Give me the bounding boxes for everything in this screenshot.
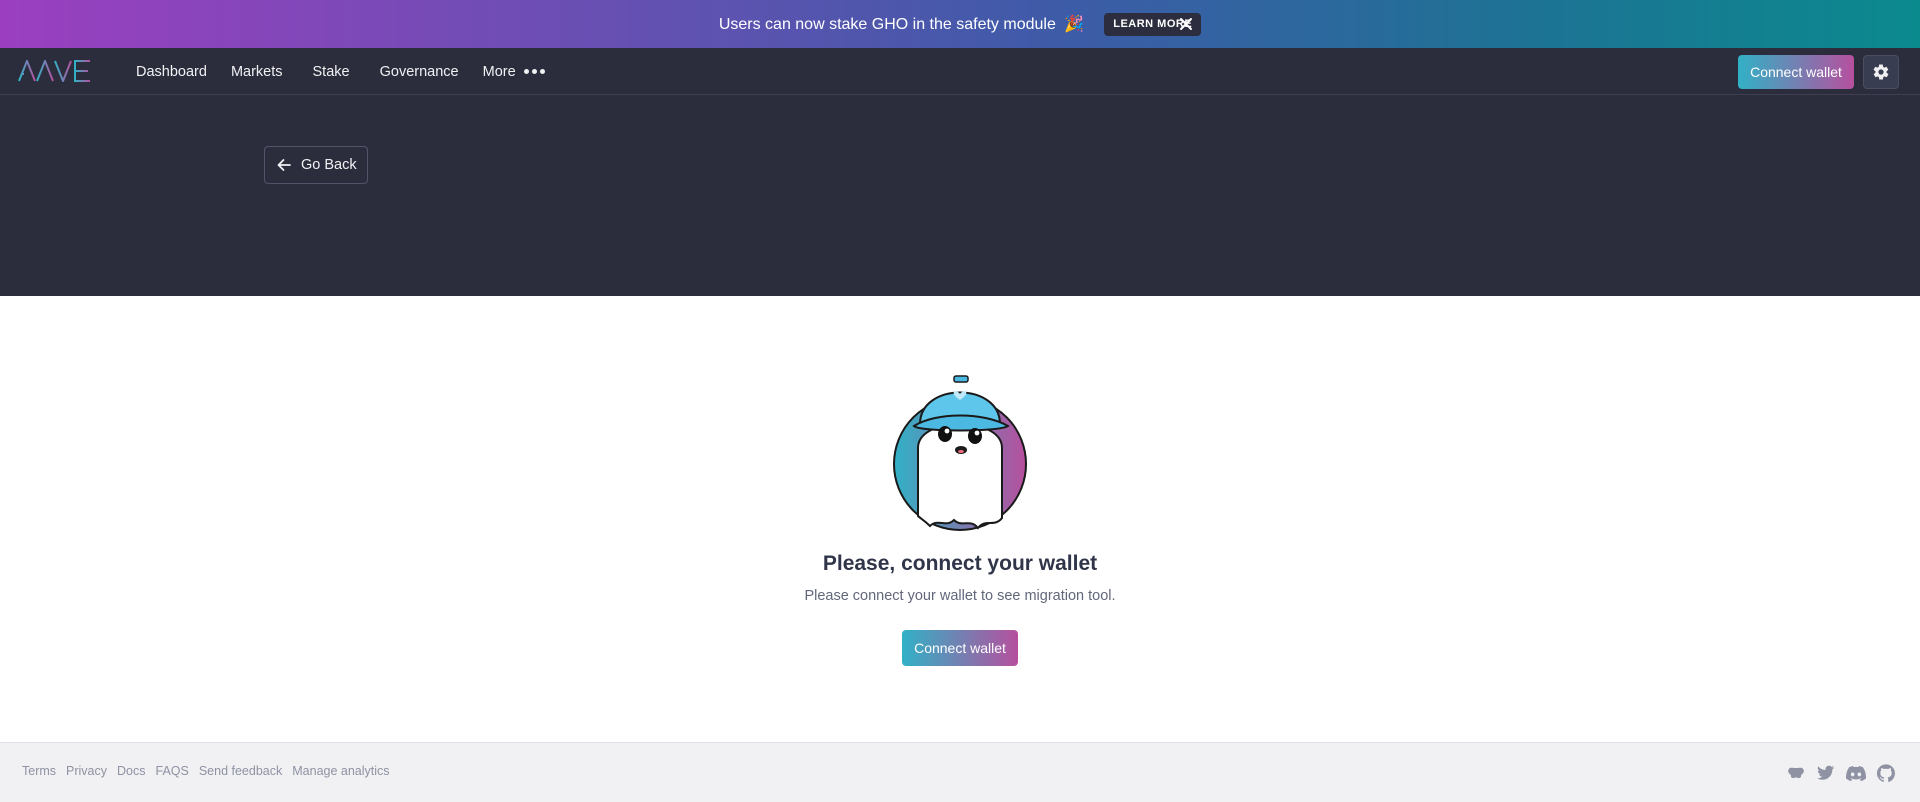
connect-wallet-button[interactable]: Connect wallet	[902, 630, 1018, 666]
nav-markets[interactable]: Markets	[231, 64, 283, 80]
twitter-icon[interactable]	[1816, 763, 1836, 783]
nav-governance[interactable]: Governance	[380, 64, 459, 80]
page-title: Please, connect your wallet	[822, 552, 1098, 575]
discord-icon[interactable]	[1846, 763, 1866, 783]
go-back-label: Go Back	[301, 157, 357, 173]
footer-link-docs[interactable]: Docs	[117, 764, 145, 778]
nav-stake[interactable]: Stake	[313, 64, 350, 80]
top-navigation: Dashboard Markets Stake Governance More …	[0, 48, 1920, 95]
lens-icon[interactable]	[1786, 763, 1806, 783]
main-nav: Dashboard Markets Stake Governance More	[136, 48, 569, 95]
nav-more-label: More	[482, 63, 516, 80]
page-footer: Terms Privacy Docs FAQS Send feedback Ma…	[0, 742, 1920, 802]
banner-message: Users can now stake GHO in the safety mo…	[719, 14, 1084, 34]
arrow-left-icon	[277, 159, 291, 171]
footer-link-privacy[interactable]: Privacy	[66, 764, 107, 778]
footer-links: Terms Privacy Docs FAQS Send feedback Ma…	[22, 764, 390, 778]
announcement-banner: Users can now stake GHO in the safety mo…	[0, 0, 1920, 48]
main-content: Please, connect your wallet Please conne…	[0, 296, 1920, 742]
go-back-button[interactable]: Go Back	[264, 146, 368, 184]
nav-dashboard[interactable]: Dashboard	[136, 64, 207, 80]
social-links	[1786, 763, 1896, 783]
aave-logo[interactable]	[18, 60, 92, 82]
github-icon[interactable]	[1876, 763, 1896, 783]
ghost-illustration	[893, 375, 1027, 531]
footer-link-send-feedback[interactable]: Send feedback	[199, 764, 282, 778]
footer-link-manage-analytics[interactable]: Manage analytics	[292, 764, 389, 778]
party-emoji: 🎉	[1064, 16, 1085, 33]
banner-text: Users can now stake GHO in the safety mo…	[718, 16, 1056, 33]
connect-wallet-header-button[interactable]: Connect wallet	[1738, 55, 1854, 89]
settings-button[interactable]	[1863, 55, 1899, 89]
footer-link-faqs[interactable]: FAQS	[156, 764, 189, 778]
more-dots-icon	[523, 69, 545, 74]
nav-more[interactable]: More	[483, 64, 545, 80]
gear-icon	[1873, 64, 1889, 80]
page-hero: Go Back	[0, 95, 1920, 296]
close-icon[interactable]	[1176, 14, 1196, 34]
footer-link-terms[interactable]: Terms	[22, 764, 56, 778]
page-subtitle: Please connect your wallet to see migrat…	[804, 588, 1116, 604]
